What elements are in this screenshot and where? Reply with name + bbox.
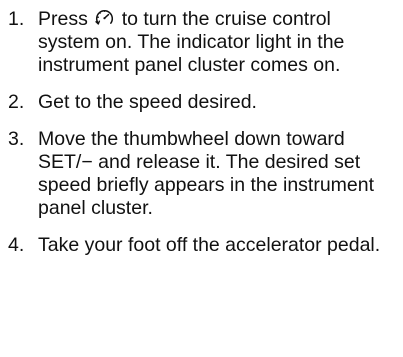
cruise-control-icon xyxy=(94,8,115,27)
step-number: 4. xyxy=(8,234,25,256)
step-text-before-icon: Press xyxy=(38,8,94,30)
instruction-step-2: 2. Get to the speed desired. xyxy=(8,91,391,114)
document-page: 1. Press to turn the cruise control syst… xyxy=(0,0,403,357)
instruction-step-4: 4. Take your foot off the accelerator pe… xyxy=(8,234,391,257)
step-text: Get to the speed desired. xyxy=(38,91,257,113)
step-number: 1. xyxy=(8,8,25,30)
instruction-steps-list: 1. Press to turn the cruise control syst… xyxy=(8,8,391,257)
step-number: 3. xyxy=(8,128,25,150)
step-text: Move the thumbwheel down toward SET/− an… xyxy=(38,128,375,219)
step-number: 2. xyxy=(8,91,25,113)
instruction-step-3: 3. Move the thumbwheel down toward SET/−… xyxy=(8,128,391,220)
step-text: Press to turn the cruise control system … xyxy=(38,8,391,77)
instruction-step-1: 1. Press to turn the cruise control syst… xyxy=(8,8,391,77)
step-text: Take your foot off the accelerator pedal… xyxy=(38,234,381,256)
